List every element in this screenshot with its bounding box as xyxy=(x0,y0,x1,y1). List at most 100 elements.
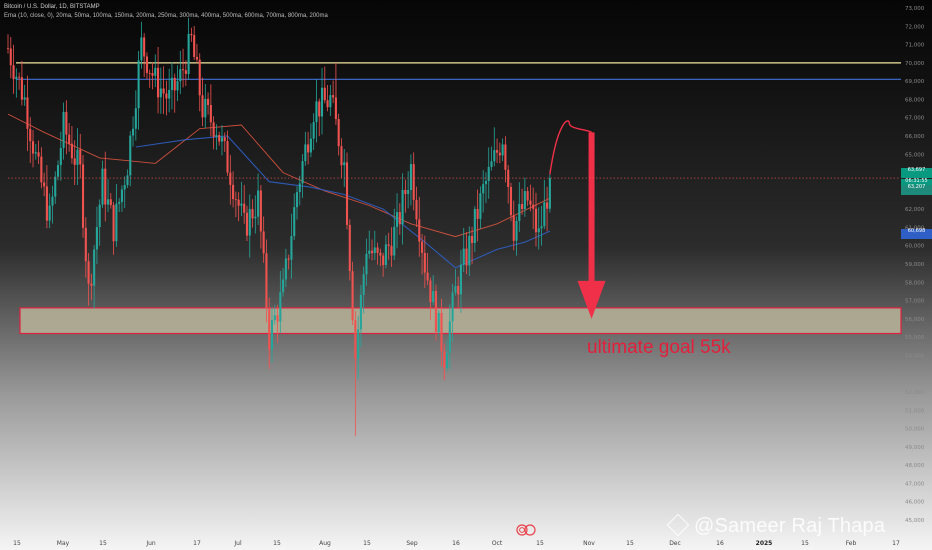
candle-body xyxy=(282,279,285,293)
candle-body xyxy=(312,122,315,139)
candle-body xyxy=(457,285,460,295)
candle-body xyxy=(462,248,465,265)
candle-body xyxy=(23,97,26,100)
candle-body xyxy=(187,33,190,74)
candle-body xyxy=(418,219,421,242)
candle-body xyxy=(54,176,57,197)
candle-body xyxy=(395,212,399,227)
candle-body xyxy=(51,196,54,206)
candle-body xyxy=(465,248,468,266)
candle-body xyxy=(37,152,40,157)
candle-body xyxy=(337,119,340,147)
candle-body xyxy=(190,33,193,36)
chart-stage: Bitcoin / U.S. Dollar, 1D, BITSTAMP Ema … xyxy=(0,0,932,550)
candle-body xyxy=(104,168,107,205)
candle-body xyxy=(304,144,307,162)
candle-body xyxy=(79,149,82,165)
candle-body xyxy=(90,283,93,286)
support-zone xyxy=(19,307,902,335)
price-chart[interactable]: 45,000 46,000 47,000 48,000 49,000 50,000 51,0… xyxy=(0,0,932,550)
candle-body xyxy=(20,77,23,100)
candle-body xyxy=(548,178,551,209)
candle-body xyxy=(276,315,279,322)
candle-body xyxy=(101,168,104,205)
target-annotation: ultimate goal 55k xyxy=(587,337,731,358)
candle-body xyxy=(201,95,204,118)
time-tick-label: Sep xyxy=(406,540,418,547)
candle-body xyxy=(398,212,401,225)
candle-body xyxy=(73,158,76,165)
candle-body xyxy=(193,35,196,57)
price-axis[interactable]: 45,000 46,000 47,000 48,000 49,000 50,000 51,0… xyxy=(905,6,925,524)
price-tick-label: 58,000 xyxy=(905,280,925,286)
candlestick-series xyxy=(6,17,551,436)
price-tick-label: 54,000 xyxy=(905,353,925,359)
author-watermark: @Sameer Raj Thapa xyxy=(666,513,885,538)
projection-curve xyxy=(549,120,592,175)
candle-body xyxy=(45,186,48,221)
candle-body xyxy=(340,146,343,166)
candle-body xyxy=(323,87,326,101)
candle-body xyxy=(243,203,246,213)
candle-body xyxy=(529,200,532,205)
candle-body xyxy=(168,89,171,99)
candle-body xyxy=(182,69,185,71)
candle-body xyxy=(159,88,162,98)
candle-body xyxy=(212,122,215,137)
candle-body xyxy=(165,93,168,99)
candle-body xyxy=(120,189,123,203)
candle-body xyxy=(332,95,335,98)
candle-body xyxy=(479,193,482,219)
candle-body xyxy=(315,101,318,123)
candle-body xyxy=(26,97,29,129)
time-tick-label: Jul xyxy=(233,540,242,547)
candle-body xyxy=(401,189,404,225)
price-tick-label: 48,000 xyxy=(905,463,925,469)
candle-body xyxy=(62,111,65,149)
candle-body xyxy=(343,162,346,166)
moving-average-red xyxy=(7,113,551,238)
candle-body xyxy=(448,321,451,353)
candle-body xyxy=(248,209,251,236)
price-tick-label: 66,000 xyxy=(905,134,925,140)
candle-body xyxy=(420,241,424,253)
candle-body xyxy=(298,183,301,193)
candle-body xyxy=(109,199,112,206)
candle-body xyxy=(487,166,490,181)
ma-slow-price-label: 60,698 xyxy=(901,228,932,239)
candle-body xyxy=(345,162,349,225)
ma-fast-price-label: 63,207 xyxy=(901,184,932,195)
current-price-label: 63,697 xyxy=(901,167,932,178)
candle-body xyxy=(40,156,43,183)
candle-body xyxy=(226,141,229,173)
candle-body xyxy=(382,255,385,266)
price-tick-label: 46,000 xyxy=(905,500,925,506)
candle-body xyxy=(476,208,479,219)
candle-body xyxy=(365,253,368,275)
candle-body xyxy=(162,88,165,94)
price-tick-label: 50,000 xyxy=(905,427,925,433)
price-tick-label: 53,000 xyxy=(905,372,925,378)
candle-body xyxy=(15,76,18,80)
candle-body xyxy=(179,69,182,82)
time-axis[interactable]: 15 May 15 Jun 17 Jul 15 Aug 15 Sep 16 Oct 15 Nov 15 Dec… xyxy=(13,540,900,547)
candle-body xyxy=(357,329,360,359)
candle-body xyxy=(279,292,282,322)
candle-body xyxy=(451,292,454,322)
candle-body xyxy=(309,138,312,153)
candle-body xyxy=(373,247,376,254)
candle-body xyxy=(490,161,493,167)
candle-body xyxy=(318,101,321,117)
time-tick-label: 15 xyxy=(363,540,371,547)
time-tick-label: Oct xyxy=(492,540,503,547)
candle-body xyxy=(218,135,221,142)
candle-body xyxy=(251,209,254,219)
candle-body xyxy=(234,199,237,200)
candle-body xyxy=(223,137,226,142)
candle-body xyxy=(56,165,60,177)
candle-body xyxy=(140,37,143,61)
candle-body xyxy=(359,294,362,330)
candle-body xyxy=(215,135,218,137)
candle-body xyxy=(184,70,187,74)
candle-body xyxy=(240,203,243,206)
